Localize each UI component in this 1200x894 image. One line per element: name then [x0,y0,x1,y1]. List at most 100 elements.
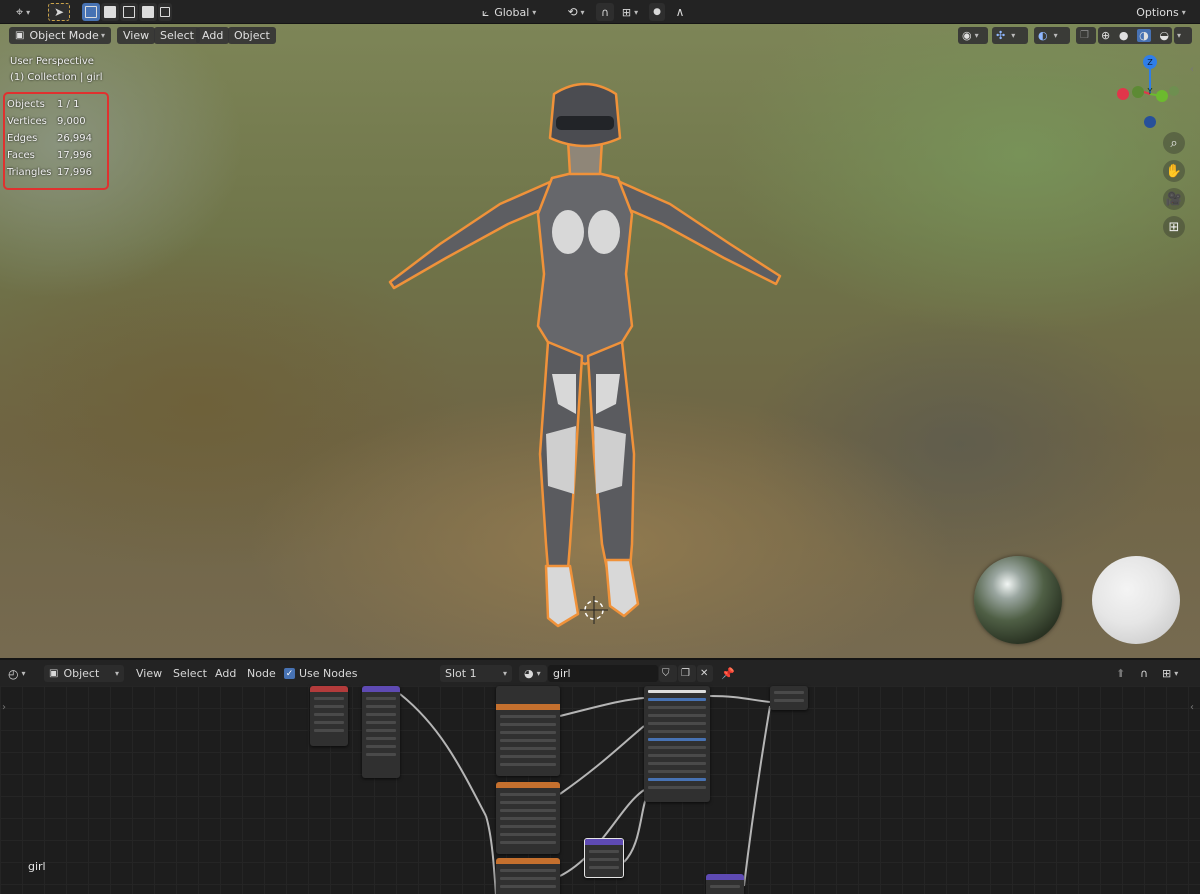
snap-target-dropdown[interactable]: ⊞ ▾ [617,3,643,21]
toolbar-toggle-icon[interactable]: › [2,702,6,713]
snap-toggle[interactable]: ∩ [1140,665,1158,682]
wireframe-shading-icon[interactable]: ⊕ [1101,29,1110,42]
node-menu[interactable]: Node [247,665,276,682]
new-material-button[interactable]: ❐ [678,665,696,682]
image-texture-node-1[interactable] [496,686,560,776]
add-menu[interactable]: Add [196,27,230,44]
node-socket-row [500,755,556,758]
node-socket-row [500,833,556,836]
chevron-down-icon: ▾ [1053,31,1058,40]
node-socket-row [314,705,344,708]
3d-viewport[interactable]: ▣ Object Mode ▾ View Select Add Object ◉… [0,24,1200,658]
object-mode-label: Object Mode [29,29,99,42]
select-new-button[interactable] [82,3,100,21]
proportional-falloff-dropdown[interactable]: ∧ [667,3,693,21]
rendered-shading-icon[interactable]: ◒ [1159,29,1169,42]
node-socket-row [648,690,706,693]
solid-shading-icon[interactable]: ● [1119,29,1129,42]
character-model[interactable] [380,74,790,634]
sidebar-toggle-icon[interactable]: ‹ [1190,64,1194,75]
material-output-node[interactable] [770,686,808,710]
displacement-node[interactable] [706,874,744,894]
gizmo-toggle[interactable]: ✣ ▾ [992,27,1028,44]
material-slot-dropdown[interactable]: Slot 1 ▾ [440,665,512,682]
pan-hand-icon[interactable]: ✋ [1163,160,1185,182]
chevron-down-icon: ▾ [1177,31,1182,40]
snap-toggle[interactable]: ∩ [596,3,614,21]
node-view-menu[interactable]: View [136,665,162,682]
object-mode-dropdown[interactable]: ▣ Object Mode ▾ [9,27,111,44]
chevron-down-icon: ▾ [536,669,541,678]
node-canvas[interactable]: girl › ‹ [0,686,1200,894]
neg-x-axis-handle[interactable] [1169,86,1179,96]
transform-orientation-dropdown[interactable]: ⟀ Global ▾ [482,3,554,21]
parent-node-tree-button[interactable]: ⬆ [1116,665,1134,682]
stat-value: 26,994 [57,133,92,144]
browse-material-dropdown[interactable]: ◕ ▾ [519,665,547,682]
node-socket-row [648,698,706,701]
use-nodes-checkbox[interactable]: ✓ Use Nodes [284,665,358,682]
zoom-icon[interactable]: ⌕ [1163,132,1185,154]
view-menu[interactable]: View [117,27,156,44]
x-axis-handle[interactable] [1117,88,1129,100]
options-label: Options [1136,5,1179,19]
image-texture-node-2[interactable] [496,782,560,854]
y-axis-handle[interactable] [1156,90,1168,102]
chevron-down-icon: ▾ [502,669,507,678]
visibility-dropdown[interactable]: ◉ ▾ [958,27,988,44]
select-extend-button[interactable] [101,3,119,21]
navigation-gizmo[interactable]: Z Y [1110,54,1190,134]
chevron-down-icon: ▾ [974,31,979,40]
select-intersect-button[interactable] [158,3,172,21]
unlink-material-button[interactable]: ✕ [697,665,713,682]
node-header [585,839,623,845]
magnet-icon: ∩ [1140,667,1149,680]
node-socket-row [500,877,556,880]
shader-node-editor[interactable]: ◴ ▾ ▣ Object ▾ View Select Add Node ✓ Use… [0,658,1200,894]
view-perspective-label: User Perspective [10,56,94,67]
pin-button[interactable]: 📌 [721,665,739,682]
normal-map-node[interactable] [584,838,624,878]
fake-user-button[interactable]: ⛉ [659,665,677,682]
select-new-icon [85,6,97,18]
node-select-menu-label: Select [173,667,207,680]
image-texture-node-3[interactable] [496,858,560,894]
pivot-point-dropdown[interactable]: ⟲ ▾ [562,3,590,21]
slot-label: Slot 1 [445,667,477,680]
node-socket-row [314,713,344,716]
node-header [496,704,560,710]
chevron-down-icon: ▾ [21,669,26,678]
options-dropdown[interactable]: Options ▾ [1130,3,1192,21]
material-preview-shading-icon[interactable]: ◑ [1137,29,1151,42]
shading-options-dropdown[interactable]: ▾ [1174,27,1192,44]
node-add-menu[interactable]: Add [215,665,236,682]
object-menu[interactable]: Object [228,27,276,44]
select-tool-button[interactable]: ➤ [48,3,70,21]
xray-icon: ❐ [1080,30,1089,41]
object-shader-type-dropdown[interactable]: ▣ Object ▾ [44,665,124,682]
select-invert-button[interactable] [139,3,157,21]
select-menu[interactable]: Select [154,27,200,44]
node-socket-row [589,850,619,853]
node-socket-row [366,705,396,708]
texture-coordinate-node[interactable] [310,686,348,746]
material-name-field[interactable]: girl [548,665,658,682]
xray-toggle[interactable]: ❐ [1076,27,1096,44]
neg-y-axis-handle[interactable] [1132,86,1144,98]
proportional-edit-toggle[interactable]: ● [649,3,665,21]
neg-z-axis-handle[interactable] [1144,116,1156,128]
select-subtract-button[interactable] [120,3,138,21]
camera-view-icon[interactable]: 🎥 [1163,188,1185,210]
editor-type-button[interactable]: ◴ ▾ [8,665,38,682]
ortho-grid-icon[interactable]: ⊞ [1163,216,1185,238]
sidebar-toggle-icon[interactable]: ‹ [1190,702,1194,713]
node-socket-row [366,713,396,716]
editor-type-button[interactable]: ⌖ ▾ [8,3,38,21]
mapping-node[interactable] [362,686,400,778]
principled-bsdf-node[interactable] [644,686,710,802]
node-socket-row [589,858,619,861]
node-select-menu[interactable]: Select [173,665,207,682]
node-socket-row [500,731,556,734]
overlays-toggle[interactable]: ◐ ▾ [1034,27,1070,44]
snap-element-dropdown[interactable]: ⊞ ▾ [1162,665,1190,682]
